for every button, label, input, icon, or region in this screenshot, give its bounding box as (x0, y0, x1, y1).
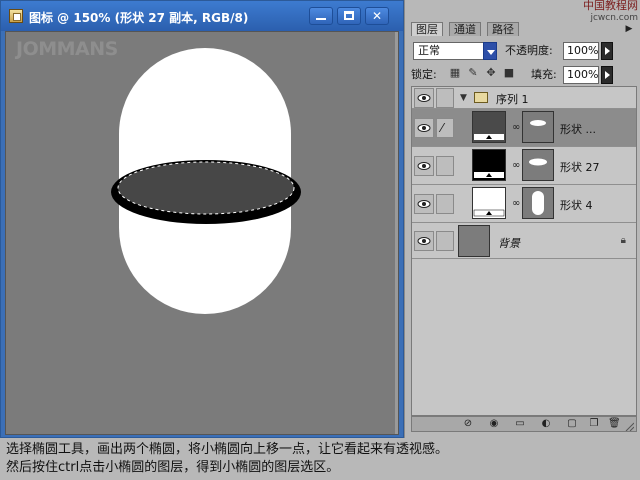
layer-background[interactable]: 背景 🔒︎ (412, 223, 636, 259)
chain-link-icon: ∞ (512, 122, 521, 133)
layer-name: 序列 1 (496, 93, 529, 106)
link-column[interactable] (436, 194, 454, 214)
layer-thumbnail (472, 187, 506, 219)
lock-icon: 🔒︎ (620, 235, 626, 246)
site-watermark: 中国教程网 jcwcn.com (583, 0, 638, 24)
vector-mask-thumbnail (522, 149, 554, 181)
screen: 图标 @ 150% (形状 27 副本, RGB/8) ✕ JOMMANS 中国… (0, 0, 640, 480)
eye-icon (417, 200, 431, 208)
blend-row: 正常 不透明度: 100% (411, 40, 637, 62)
layer-group-sequence[interactable]: ▼ 序列 1 (412, 87, 636, 109)
vector-mask-thumbnail (522, 111, 554, 143)
delete-layer-icon[interactable]: 🗑︎ (608, 418, 621, 430)
resize-grip-icon[interactable] (624, 421, 634, 431)
lock-all-icon[interactable]: ■ (503, 67, 515, 79)
fill-field[interactable]: 100% (563, 66, 599, 84)
layer-name: 形状 ... (560, 123, 596, 136)
document-icon (9, 9, 23, 23)
layer-shape-copy[interactable]: ⁄ ∞ 形状 ... (412, 109, 636, 147)
adjustment-layer-icon[interactable]: ◐ (540, 418, 552, 430)
link-layers-icon[interactable]: ⊘ (462, 418, 474, 430)
visibility-toggle[interactable] (414, 88, 434, 108)
lock-position-icon[interactable]: ✥ (485, 67, 497, 79)
link-column[interactable] (436, 88, 454, 108)
minimize-button[interactable] (309, 7, 333, 25)
layers-panel: 中国教程网 jcwcn.com 图层 通道 路径 ▶ 正常 不透明度: 100%… (404, 0, 640, 438)
layers-list: ▼ 序列 1 ⁄ ∞ 形状 ... ∞ 形状 27 ∞ 形状 4 背景 🔒︎ (411, 86, 637, 416)
fill-indicator-icon (473, 209, 505, 217)
ellipse-shapes (111, 160, 301, 224)
lock-image-icon[interactable]: ✎ (467, 67, 479, 79)
eye-icon (417, 162, 431, 170)
layer-thumbnail (472, 111, 506, 143)
tab-channels[interactable]: 通道 (449, 22, 481, 36)
document-titlebar[interactable]: 图标 @ 150% (形状 27 副本, RGB/8) ✕ (1, 1, 403, 31)
site-watermark-text: 中国教程网 (583, 0, 638, 12)
chain-link-icon: ∞ (512, 198, 521, 209)
fill-label: 填充: (531, 68, 557, 81)
watermark: JOMMANS (16, 38, 118, 60)
lock-label: 锁定: (411, 68, 437, 81)
layers-panel-footer: ⊘ ◉ ▭ ◐ ▢ ❐ 🗑︎ (411, 416, 637, 432)
link-column[interactable]: ⁄ (436, 118, 454, 138)
new-group-icon[interactable]: ▢ (566, 418, 578, 430)
brush-icon: ⁄ (441, 121, 444, 135)
maximize-button[interactable] (337, 7, 361, 25)
close-icon: ✕ (371, 9, 383, 23)
fill-indicator-icon (474, 172, 504, 178)
eye-icon (417, 237, 431, 245)
fill-slider-button[interactable] (601, 66, 613, 84)
visibility-toggle[interactable] (414, 194, 434, 214)
eye-icon (417, 124, 431, 132)
layer-name: 背景 (498, 237, 520, 250)
maximize-icon (344, 11, 354, 20)
link-column[interactable] (436, 231, 454, 251)
visibility-toggle[interactable] (414, 156, 434, 176)
canvas[interactable]: JOMMANS (5, 31, 399, 435)
folder-icon (474, 92, 488, 103)
close-button[interactable]: ✕ (365, 7, 389, 25)
layer-name: 形状 27 (560, 161, 600, 174)
panel-tabs: 图层 通道 路径 (411, 22, 637, 36)
opacity-slider-button[interactable] (601, 42, 613, 60)
link-column[interactable] (436, 156, 454, 176)
caption-line-2: 然后按住ctrl点击小椭圆的图层，得到小椭圆的图层选区。 (6, 460, 340, 475)
layer-thumbnail (458, 225, 490, 257)
eye-icon (417, 94, 431, 102)
layer-thumbnail (472, 149, 506, 181)
layer-shape-27[interactable]: ∞ 形状 27 (412, 147, 636, 185)
ellipse-mask-icon (529, 158, 547, 166)
vector-mask-thumbnail (522, 187, 554, 219)
visibility-toggle[interactable] (414, 231, 434, 251)
layer-name: 形状 4 (560, 199, 593, 212)
lock-row: 锁定: ▦ ✎ ✥ ■ 填充: 100% (411, 64, 637, 86)
opacity-field[interactable]: 100% (563, 42, 599, 60)
tutorial-caption: 选择椭圆工具，画出两个椭圆，将小椭圆向上移一点，让它看起来有透视感。 然后按住c… (0, 438, 640, 480)
opacity-label: 不透明度: (505, 44, 553, 57)
caption-line-1: 选择椭圆工具，画出两个椭圆，将小椭圆向上移一点，让它看起来有透视感。 (6, 442, 449, 457)
capsule-mask-icon (532, 191, 544, 215)
canvas-scroll-edge (395, 32, 398, 434)
add-mask-icon[interactable]: ▭ (514, 418, 526, 430)
lock-transparency-icon[interactable]: ▦ (449, 67, 461, 79)
chain-link-icon: ∞ (512, 160, 521, 171)
fill-indicator-icon (474, 134, 504, 140)
ellipse-mask-icon (530, 120, 546, 126)
tab-paths[interactable]: 路径 (487, 22, 519, 36)
chevron-down-icon[interactable] (483, 42, 497, 60)
expand-arrow-icon[interactable]: ▼ (460, 93, 467, 103)
layer-shape-4[interactable]: ∞ 形状 4 (412, 185, 636, 223)
visibility-toggle[interactable] (414, 118, 434, 138)
tab-layers[interactable]: 图层 (411, 22, 443, 36)
panel-menu-icon[interactable]: ▶ (624, 24, 634, 34)
minimize-icon (316, 18, 326, 20)
new-layer-icon[interactable]: ❐ (588, 418, 600, 430)
add-layer-style-icon[interactable]: ◉ (488, 418, 500, 430)
document-title: 图标 @ 150% (形状 27 副本, RGB/8) (29, 11, 249, 25)
blend-mode-select[interactable]: 正常 (413, 42, 497, 60)
blend-mode-value: 正常 (418, 44, 440, 57)
document-window: 图标 @ 150% (形状 27 副本, RGB/8) ✕ JOMMANS (0, 0, 404, 438)
